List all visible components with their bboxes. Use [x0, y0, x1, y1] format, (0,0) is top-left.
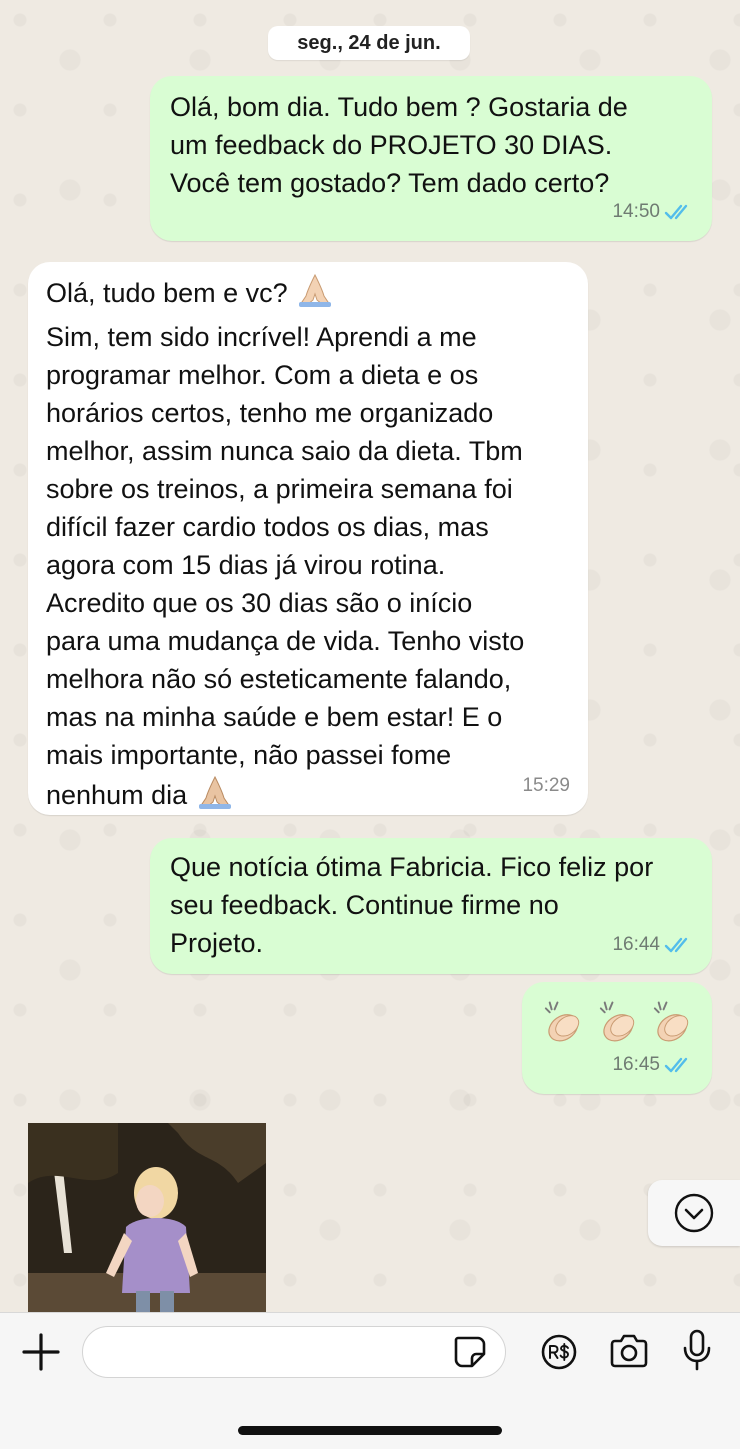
- clapping-hands-emoji-icon: [544, 1001, 580, 1042]
- microphone-icon[interactable]: [680, 1328, 714, 1372]
- gif-thumbnail-image: [28, 1123, 266, 1312]
- clapping-hands-emoji-icon: [654, 1001, 689, 1042]
- scroll-to-bottom-button[interactable]: [648, 1180, 740, 1246]
- emoji-row: [540, 992, 694, 1044]
- sticker-icon[interactable]: [452, 1334, 488, 1370]
- gif-media-message[interactable]: [28, 1123, 266, 1312]
- message-meta: 14:50: [612, 193, 694, 231]
- folded-hands-emoji-icon: [195, 774, 235, 820]
- double-check-read-icon: [664, 1057, 688, 1073]
- chevron-down-circle-icon: [674, 1193, 714, 1233]
- message-text: Olá, bom dia. Tudo bem ? Gostaria de um …: [170, 92, 628, 198]
- double-check-read-icon: [664, 937, 688, 953]
- plus-icon[interactable]: [20, 1331, 62, 1373]
- payment-icon[interactable]: [540, 1333, 578, 1371]
- message-time: 16:44: [612, 934, 660, 955]
- message-text-line: Olá, tudo bem e vc?: [46, 278, 288, 309]
- message-last-line: nenhum dia: [46, 774, 570, 820]
- date-separator: seg., 24 de jun.: [268, 26, 470, 60]
- message-text-line: nenhum dia: [46, 780, 188, 811]
- clapping-hands-emoji-icon: [599, 1001, 634, 1042]
- message-time: 14:50: [612, 201, 660, 222]
- message-time: 15:29: [522, 775, 570, 796]
- date-label: seg., 24 de jun.: [297, 31, 441, 54]
- folded-hands-emoji-icon: [295, 272, 335, 318]
- double-check-read-icon: [664, 204, 688, 220]
- message-meta: 16:44: [612, 926, 694, 964]
- message-bubble-incoming[interactable]: Olá, tudo bem e vc? Sim, tem sido incrív…: [28, 262, 588, 815]
- message-bubble-outgoing[interactable]: 16:45: [522, 982, 712, 1094]
- message-text: Sim, tem sido incrível! Aprendi a me pro…: [46, 322, 525, 770]
- message-first-line: Olá, tudo bem e vc?: [46, 272, 570, 318]
- message-bubble-outgoing[interactable]: Olá, bom dia. Tudo bem ? Gostaria de um …: [150, 76, 712, 241]
- camera-icon[interactable]: [608, 1332, 650, 1370]
- message-meta: 16:45: [612, 1046, 694, 1084]
- message-meta: 15:29: [522, 767, 570, 805]
- home-indicator[interactable]: [238, 1426, 502, 1435]
- message-time: 16:45: [612, 1054, 660, 1075]
- message-bubble-outgoing[interactable]: Que notícia ótima Fabricia. Fico feliz p…: [150, 838, 712, 974]
- chat-area[interactable]: seg., 24 de jun. Olá, bom dia. Tudo bem …: [0, 0, 740, 1312]
- message-input[interactable]: [82, 1326, 506, 1378]
